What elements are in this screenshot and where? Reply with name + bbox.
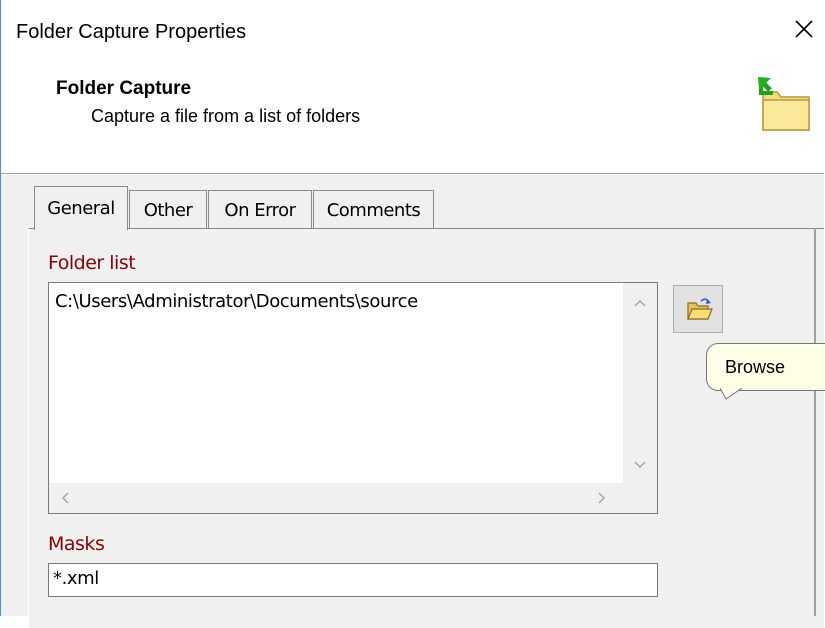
header-subtitle: Capture a file from a list of folders — [91, 106, 361, 126]
browse-tooltip: Browse — [706, 343, 825, 391]
scroll-down-icon[interactable] — [633, 457, 647, 471]
tab-label: General — [47, 198, 115, 219]
dialog-window: Folder Capture Properties Folder Capture… — [0, 0, 825, 628]
masks-label: Masks — [48, 533, 105, 555]
vertical-scrollbar[interactable] — [623, 283, 657, 483]
tooltip-tail — [720, 388, 742, 400]
scrollbar-corner — [623, 483, 657, 513]
tab-on-error[interactable]: On Error — [208, 190, 312, 228]
tab-other[interactable]: Other — [129, 190, 207, 228]
page-edge — [814, 228, 816, 616]
tab-general[interactable]: General — [34, 186, 128, 230]
folder-list[interactable]: C:\Users\Administrator\Documents\source — [48, 282, 658, 514]
tab-label: Other — [143, 200, 193, 221]
tab-label: Comments — [326, 200, 421, 221]
window-title: Folder Capture Properties — [16, 21, 247, 43]
close-icon[interactable] — [790, 15, 818, 43]
header-title: Folder Capture — [56, 78, 192, 99]
horizontal-scrollbar[interactable] — [49, 483, 624, 513]
tab-comments[interactable]: Comments — [313, 190, 434, 228]
list-item[interactable]: C:\Users\Administrator\Documents\source — [55, 291, 418, 312]
tab-label: On Error — [224, 200, 296, 221]
scroll-left-icon[interactable] — [59, 491, 73, 505]
open-folder-icon — [687, 298, 713, 320]
masks-input[interactable]: *.xml — [48, 563, 658, 597]
title-bar[interactable]: Folder Capture Properties — [1, 0, 824, 64]
scroll-up-icon[interactable] — [633, 297, 647, 311]
folder-list-label: Folder list — [48, 252, 136, 274]
browse-button[interactable] — [673, 285, 723, 333]
folder-add-icon — [758, 77, 810, 131]
scroll-right-icon[interactable] — [594, 491, 608, 505]
